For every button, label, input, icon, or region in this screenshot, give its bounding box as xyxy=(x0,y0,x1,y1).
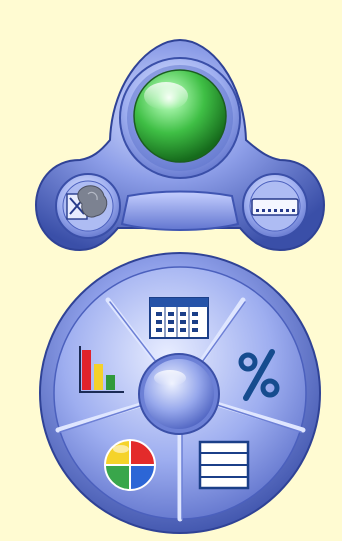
keyboard-icon xyxy=(251,198,299,216)
center-button-icon xyxy=(144,359,214,429)
widget-stage xyxy=(0,0,342,541)
center-button-shine xyxy=(154,370,186,386)
tool-segment-table[interactable] xyxy=(149,297,209,339)
tool-dial-center-button[interactable] xyxy=(138,353,220,435)
list-icon xyxy=(198,440,250,490)
pie-chart-icon xyxy=(103,438,157,492)
status-control xyxy=(34,38,326,252)
status-control-bridge xyxy=(120,190,240,231)
table-grid-icon xyxy=(149,297,209,339)
tool-segment-list[interactable] xyxy=(198,440,250,490)
status-light-icon[interactable] xyxy=(133,69,227,163)
map-button[interactable] xyxy=(55,173,121,239)
keyboard-button[interactable] xyxy=(242,173,308,239)
tool-dial xyxy=(39,252,321,534)
tool-segment-pie[interactable] xyxy=(103,438,157,492)
data-tools-widget xyxy=(34,38,326,534)
